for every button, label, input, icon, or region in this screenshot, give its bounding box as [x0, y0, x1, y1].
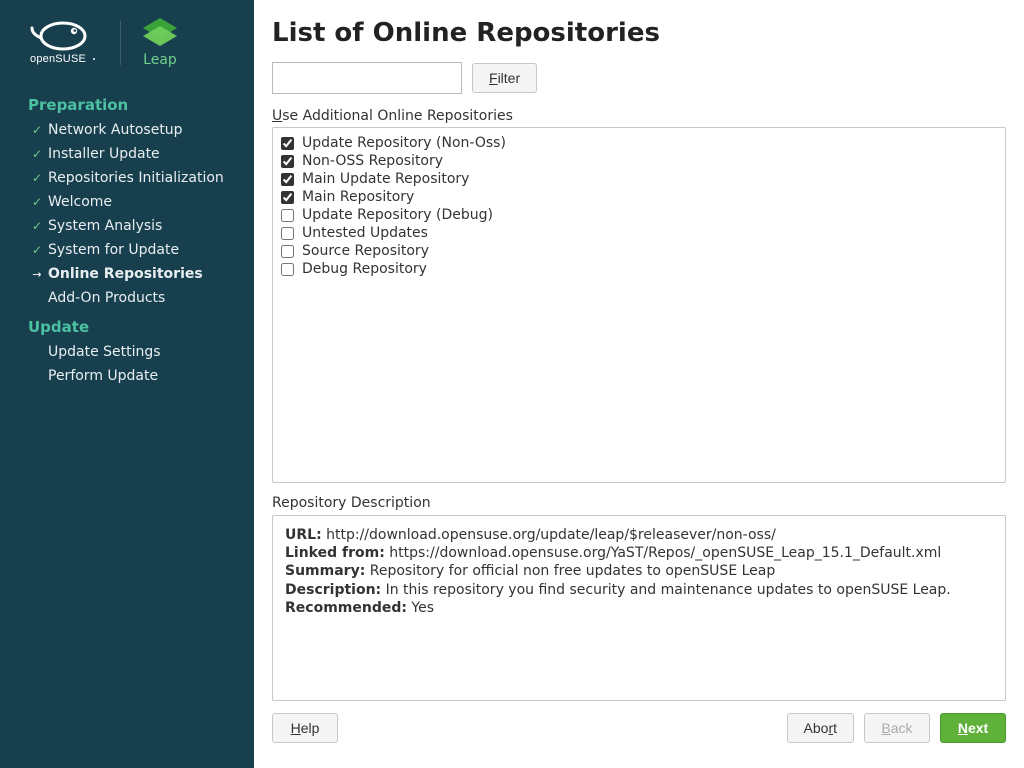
- repo-label: Update Repository (Debug): [302, 207, 493, 223]
- sidebar-item-label: Update Settings: [48, 344, 161, 360]
- sidebar-item[interactable]: ✓Installer Update: [0, 142, 254, 166]
- next-button[interactable]: Next: [940, 713, 1006, 743]
- repo-label: Update Repository (Non-Oss): [302, 135, 506, 151]
- sidebar-item[interactable]: Add-On Products: [0, 286, 254, 310]
- repo-description-label: Repository Description: [272, 495, 1006, 511]
- leap-label: Leap: [143, 52, 177, 68]
- sidebar-item-label: Network Autosetup: [48, 122, 183, 138]
- sidebar-item[interactable]: ✓Network Autosetup: [0, 118, 254, 142]
- sidebar-item[interactable]: ✓Repositories Initialization: [0, 166, 254, 190]
- svg-text:openSUSE: openSUSE: [30, 53, 86, 65]
- nav: Preparation ✓Network Autosetup✓Installer…: [0, 78, 254, 388]
- opensuse-logo: openSUSE: [28, 20, 98, 66]
- repo-checkbox[interactable]: [281, 209, 294, 222]
- back-button: Back: [864, 713, 930, 743]
- check-icon: ✓: [28, 147, 46, 161]
- leap-icon: [143, 18, 177, 48]
- repo-row[interactable]: Main Repository: [281, 188, 997, 206]
- sidebar-item-label: System Analysis: [48, 218, 162, 234]
- sidebar-item[interactable]: →Online Repositories: [0, 262, 254, 286]
- arrow-right-icon: →: [28, 268, 46, 281]
- repo-row[interactable]: Update Repository (Debug): [281, 206, 997, 224]
- repo-checkbox[interactable]: [281, 137, 294, 150]
- filter-row: Filter: [272, 62, 1006, 94]
- nav-header-preparation: Preparation: [0, 88, 254, 118]
- check-icon: ✓: [28, 219, 46, 233]
- page-title: List of Online Repositories: [272, 18, 1006, 48]
- repo-label: Main Update Repository: [302, 171, 469, 187]
- repo-checkbox[interactable]: [281, 173, 294, 186]
- sidebar: openSUSE Leap Preparation ✓Network Autos…: [0, 0, 254, 768]
- brand: openSUSE Leap: [0, 18, 254, 78]
- sidebar-item[interactable]: ✓System Analysis: [0, 214, 254, 238]
- repo-label: Main Repository: [302, 189, 414, 205]
- sidebar-item[interactable]: Perform Update: [0, 364, 254, 388]
- sidebar-item-label: Repositories Initialization: [48, 170, 224, 186]
- footer: Help Abort Back Next: [272, 713, 1006, 743]
- repo-label: Non-OSS Repository: [302, 153, 443, 169]
- sidebar-item-label: Online Repositories: [48, 266, 203, 282]
- repos-section-label: Use Additional Online Repositories: [272, 108, 1006, 124]
- filter-button[interactable]: Filter: [472, 63, 537, 93]
- repo-label: Source Repository: [302, 243, 429, 259]
- repo-checkbox[interactable]: [281, 227, 294, 240]
- help-button[interactable]: Help: [272, 713, 338, 743]
- check-icon: ✓: [28, 123, 46, 137]
- sidebar-item-label: Welcome: [48, 194, 112, 210]
- repo-checkbox[interactable]: [281, 263, 294, 276]
- repo-checkbox[interactable]: [281, 191, 294, 204]
- filter-input[interactable]: [272, 62, 462, 94]
- sidebar-item[interactable]: ✓Welcome: [0, 190, 254, 214]
- sidebar-item[interactable]: Update Settings: [0, 340, 254, 364]
- sidebar-item-label: System for Update: [48, 242, 179, 258]
- repo-row[interactable]: Main Update Repository: [281, 170, 997, 188]
- check-icon: ✓: [28, 243, 46, 257]
- sidebar-item-label: Perform Update: [48, 368, 158, 384]
- nav-header-update: Update: [0, 310, 254, 340]
- main: List of Online Repositories Filter Use A…: [254, 0, 1024, 768]
- leap-logo: Leap: [143, 18, 177, 68]
- repo-row[interactable]: Untested Updates: [281, 224, 997, 242]
- repo-description: URL: http://download.opensuse.org/update…: [272, 515, 1006, 701]
- brand-divider: [120, 21, 121, 65]
- repo-row[interactable]: Non-OSS Repository: [281, 152, 997, 170]
- repo-label: Untested Updates: [302, 225, 428, 241]
- sidebar-item-label: Installer Update: [48, 146, 160, 162]
- check-icon: ✓: [28, 171, 46, 185]
- repo-row[interactable]: Update Repository (Non-Oss): [281, 134, 997, 152]
- check-icon: ✓: [28, 195, 46, 209]
- repo-checkbox[interactable]: [281, 155, 294, 168]
- repo-label: Debug Repository: [302, 261, 427, 277]
- repo-checkbox[interactable]: [281, 245, 294, 258]
- repo-row[interactable]: Debug Repository: [281, 260, 997, 278]
- sidebar-item[interactable]: ✓System for Update: [0, 238, 254, 262]
- repo-row[interactable]: Source Repository: [281, 242, 997, 260]
- repo-list[interactable]: Update Repository (Non-Oss) Non-OSS Repos…: [272, 127, 1006, 483]
- sidebar-item-label: Add-On Products: [48, 290, 165, 306]
- abort-button[interactable]: Abort: [787, 713, 854, 743]
